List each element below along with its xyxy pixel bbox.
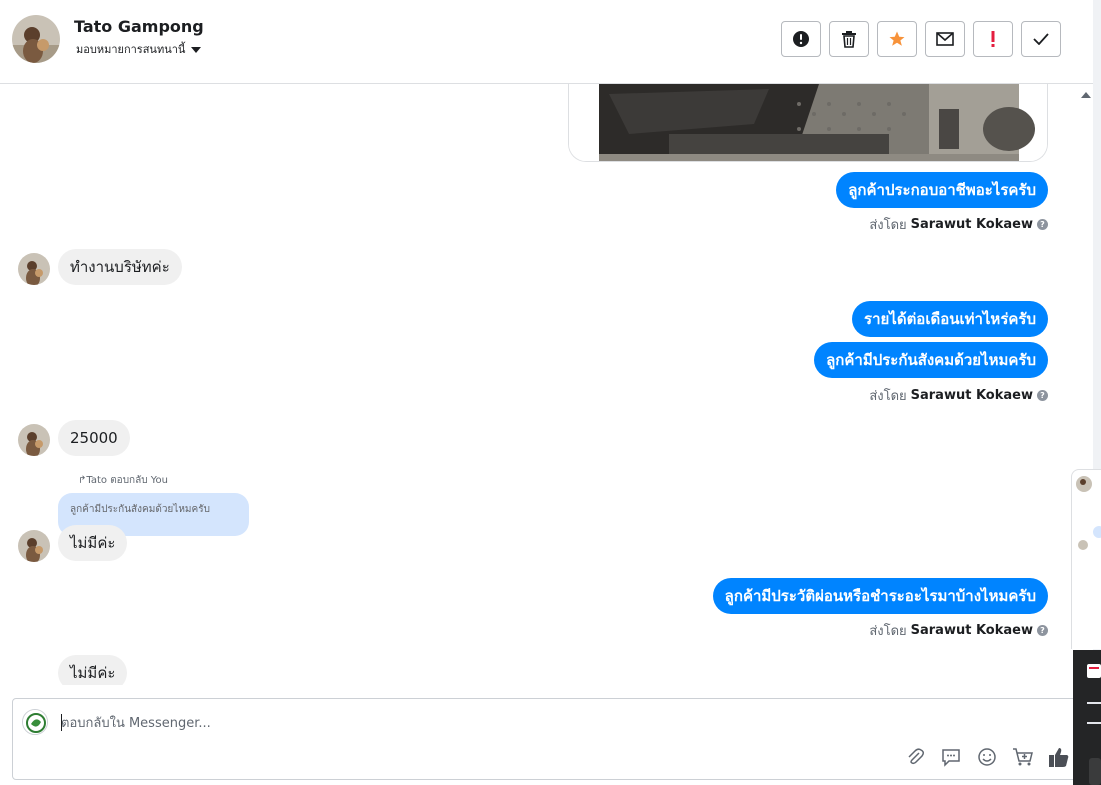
sent-by-label: ส่งโดย Sarawut Kokaew ? — [869, 385, 1048, 406]
paperclip-icon — [908, 748, 925, 765]
sent-by-agent[interactable]: Sarawut Kokaew — [911, 623, 1033, 638]
message-clip: ไม่มีค่ะ — [0, 650, 1070, 685]
reply-meta: ↱Tato ตอบกลับ You — [78, 473, 168, 488]
sent-by-label: ส่งโดย Sarawut Kokaew ? — [869, 214, 1048, 235]
contact-avatar[interactable] — [12, 15, 60, 63]
sent-by-agent[interactable]: Sarawut Kokaew — [911, 388, 1033, 403]
mark-done-button[interactable] — [1021, 21, 1061, 57]
page-avatar — [22, 709, 48, 735]
message-input[interactable] — [61, 713, 661, 733]
like-button[interactable] — [1047, 745, 1071, 769]
help-icon[interactable]: ? — [1037, 219, 1048, 230]
conversation-header: Tato Gampong มอบหมายการสนทนานี้ — [0, 0, 1093, 84]
exclamation-circle-icon — [793, 31, 809, 47]
contact-avatar-small[interactable] — [18, 253, 50, 285]
reply-composer — [12, 698, 1077, 780]
composer-tools — [903, 745, 1071, 769]
sent-by-prefix: ส่งโดย — [869, 624, 907, 639]
outgoing-message[interactable]: ลูกค้ามีประวัติผ่อนหรือชำระอะไรมาบ้างไหม… — [712, 578, 1048, 614]
envelope-icon — [936, 32, 954, 46]
outgoing-message[interactable]: ลูกค้าประกอบอาชีพอะไรครับ — [836, 172, 1048, 208]
emoji-button[interactable] — [975, 745, 999, 769]
sent-by-prefix: ส่งโดย — [869, 218, 907, 233]
contact-avatar-small[interactable] — [18, 424, 50, 456]
follow-up-button[interactable] — [973, 21, 1013, 57]
cart-plus-icon — [1013, 748, 1033, 766]
exclamation-icon — [991, 31, 995, 47]
mark-unread-button[interactable] — [925, 21, 965, 57]
speech-bubble-icon — [942, 749, 960, 767]
saved-replies-button[interactable] — [939, 745, 963, 769]
caret-down-icon — [191, 47, 202, 53]
incoming-message[interactable]: 25000 — [58, 420, 130, 456]
star-icon — [889, 31, 905, 46]
attach-button[interactable] — [903, 745, 927, 769]
scroll-up-arrow-icon[interactable] — [1081, 92, 1091, 98]
notification-panel[interactable] — [1073, 650, 1101, 785]
conversation-toolbar — [781, 21, 1061, 57]
incoming-message[interactable]: ไม่มีค่ะ — [58, 525, 128, 561]
contact-avatar-small[interactable] — [18, 530, 50, 562]
outgoing-message[interactable]: รายได้ต่อเดือนเท่าไหร่ครับ — [852, 301, 1048, 337]
sent-by-prefix: ส่งโดย — [869, 389, 907, 404]
delete-button[interactable] — [829, 21, 869, 57]
trash-icon — [842, 31, 856, 48]
assign-label: มอบหมายการสนทนานี้ — [76, 43, 186, 56]
add-to-cart-button[interactable] — [1011, 745, 1035, 769]
chat-preview-panel[interactable] — [1071, 469, 1101, 649]
text-cursor — [61, 714, 62, 731]
assign-conversation-dropdown[interactable]: มอบหมายการสนทนานี้ — [76, 40, 202, 58]
outgoing-message[interactable]: ลูกค้ามีประกันสังคมด้วยไหมครับ — [814, 342, 1048, 378]
sent-by-agent[interactable]: Sarawut Kokaew — [911, 217, 1033, 232]
incoming-message[interactable]: ทำงานบริษัทค่ะ — [58, 249, 182, 285]
check-icon — [1033, 33, 1049, 45]
contact-name[interactable]: Tato Gampong — [74, 17, 204, 36]
photo-attachment[interactable] — [568, 84, 1048, 162]
help-icon[interactable]: ? — [1037, 625, 1048, 636]
mark-spam-button[interactable] — [781, 21, 821, 57]
help-icon[interactable]: ? — [1037, 390, 1048, 401]
smiley-icon — [978, 748, 996, 766]
messenger-inbox: Tato Gampong มอบหมายการสนทนานี้ ลูกค้าปร… — [0, 0, 1101, 785]
reply-meta-text: Tato ตอบกลับ You — [86, 475, 168, 486]
sent-by-label: ส่งโดย Sarawut Kokaew ? — [869, 620, 1048, 641]
star-button[interactable] — [877, 21, 917, 57]
incoming-message[interactable]: ไม่มีค่ะ — [58, 655, 128, 685]
thumbs-up-icon — [1049, 748, 1069, 767]
